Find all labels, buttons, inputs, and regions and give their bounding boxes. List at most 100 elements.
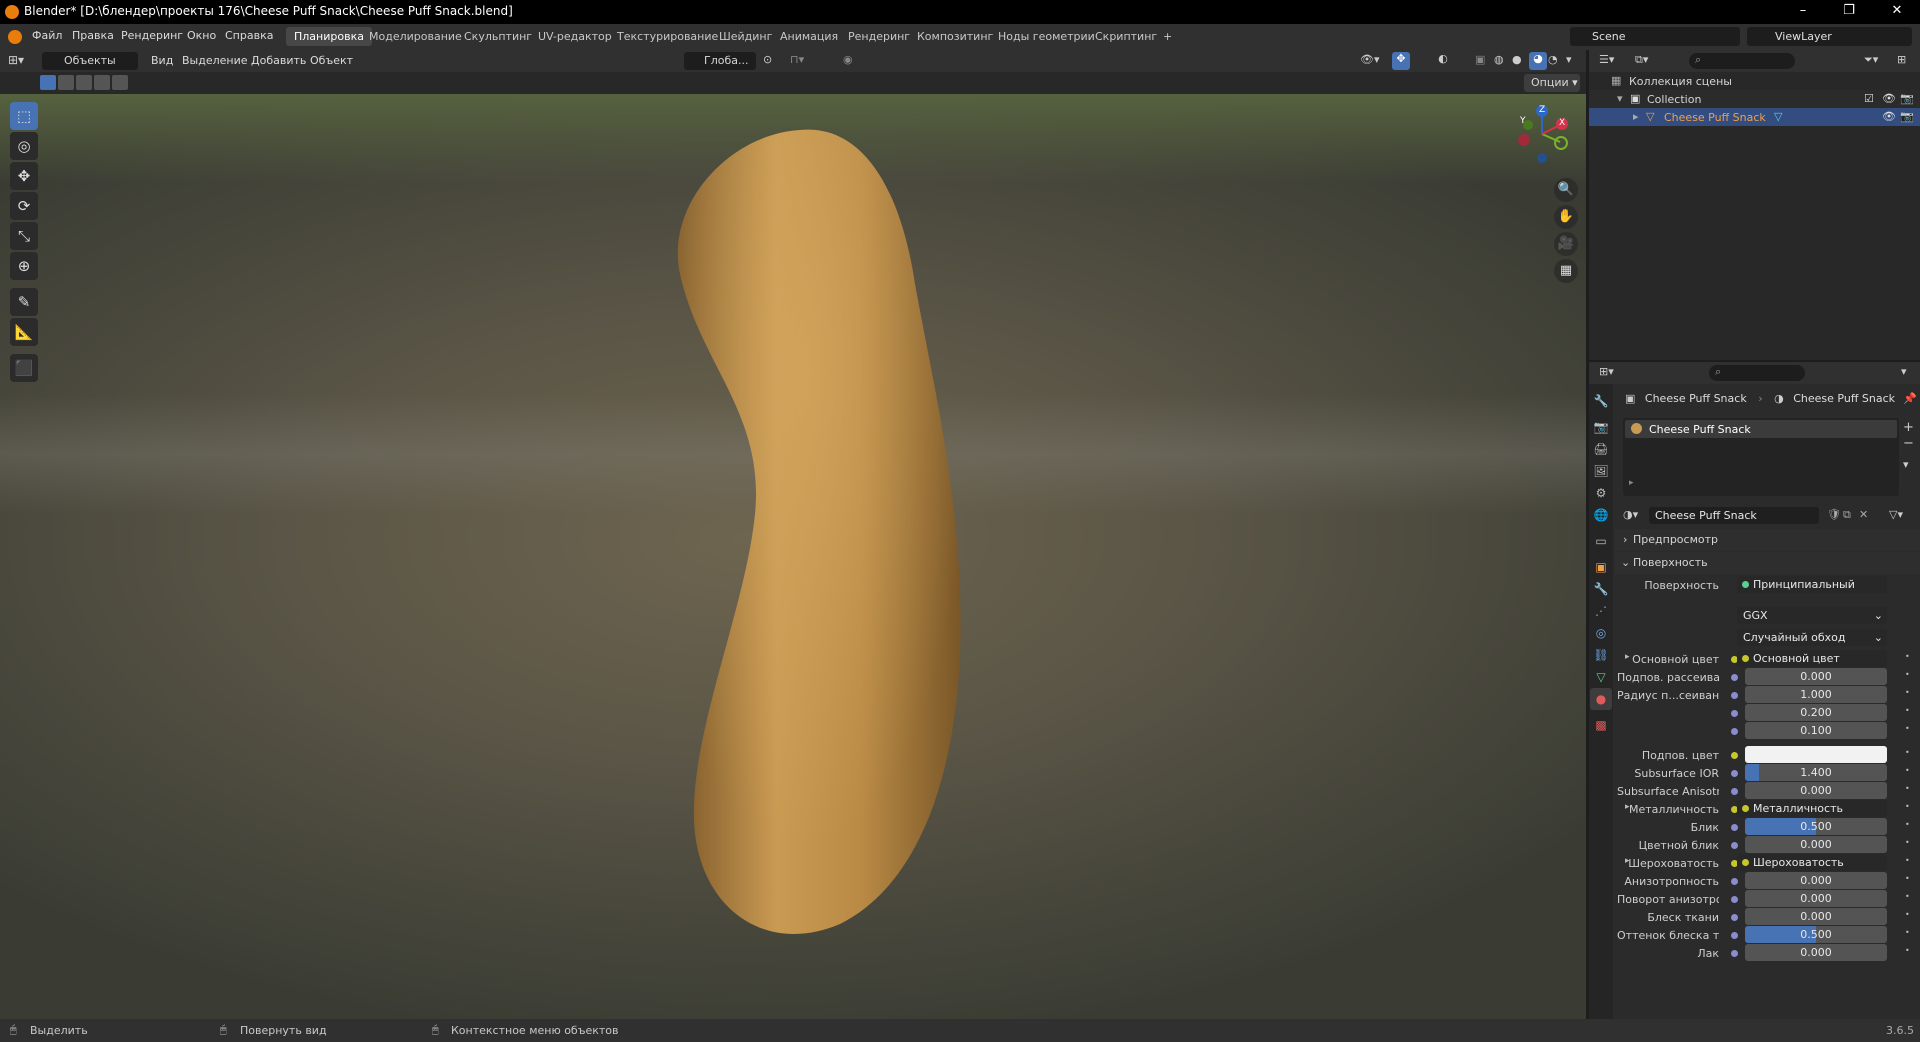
- fake-user-icon[interactable]: 🛡: [1827, 508, 1841, 521]
- physics-tab-icon[interactable]: ◎: [1590, 622, 1612, 644]
- breadcrumb-object[interactable]: Cheese Puff Snack: [1645, 392, 1747, 405]
- tab-shading[interactable]: Шейдинг: [711, 27, 780, 46]
- keyframe-dot-icon[interactable]: •: [1905, 766, 1910, 775]
- measure-tool[interactable]: 📐: [10, 318, 38, 346]
- list-expand-icon[interactable]: ▸: [1629, 478, 1634, 488]
- tab-texture-paint[interactable]: Текстурирование: [609, 27, 726, 46]
- number-field[interactable]: 1.000: [1745, 686, 1887, 703]
- menu-object[interactable]: Объект: [310, 54, 353, 67]
- add-cube-tool[interactable]: ⬛: [10, 354, 38, 382]
- input-socket-icon[interactable]: [1731, 674, 1738, 681]
- input-socket-icon[interactable]: [1731, 950, 1738, 957]
- mesh-data-icon[interactable]: ▽: [1774, 110, 1782, 123]
- select-box-tool[interactable]: ⬚: [10, 102, 38, 130]
- object-eye-icon[interactable]: 👁: [1882, 110, 1896, 123]
- keyframe-dot-icon[interactable]: •: [1905, 946, 1910, 955]
- subsurface-method-dropdown[interactable]: Случайный обход ⌄: [1737, 629, 1887, 646]
- select-subtract-icon[interactable]: [76, 75, 92, 90]
- number-field[interactable]: 0.000: [1745, 782, 1887, 799]
- link-mode-icon[interactable]: ▽▾: [1889, 508, 1903, 521]
- scene-tab-icon[interactable]: ⚙: [1590, 482, 1612, 504]
- menu-edit[interactable]: Правка: [72, 29, 114, 42]
- keyframe-dot-icon[interactable]: •: [1905, 748, 1910, 757]
- outliner-row-object[interactable]: ▸ ▽ Cheese Puff Snack ▽ 👁 📷: [1589, 108, 1920, 126]
- material-browse-icon[interactable]: ◑▾: [1623, 508, 1638, 521]
- world-tab-icon[interactable]: 🌐: [1590, 504, 1612, 526]
- menu-render[interactable]: Рендеринг: [121, 29, 183, 42]
- duplicate-material-icon[interactable]: ⧉: [1843, 508, 1851, 522]
- surface-panel-header[interactable]: ⌄ Поверхность: [1615, 552, 1920, 574]
- number-field[interactable]: 0.500: [1745, 926, 1887, 943]
- keyframe-dot-icon[interactable]: •: [1905, 670, 1910, 679]
- tab-uv-editing[interactable]: UV-редактор: [530, 27, 620, 46]
- outliner-row-scene-collection[interactable]: ▦ Коллекция сцены: [1589, 72, 1920, 90]
- tab-sculpting[interactable]: Скульптинг: [456, 27, 540, 46]
- texture-tab-icon[interactable]: ▩: [1590, 714, 1612, 736]
- keyframe-dot-icon[interactable]: •: [1905, 820, 1910, 829]
- keyframe-dot-icon[interactable]: •: [1905, 724, 1910, 733]
- cheese-puff-object[interactable]: [0, 94, 1586, 1019]
- keyframe-dot-icon[interactable]: •: [1905, 652, 1910, 661]
- linked-input-field[interactable]: Шероховатость: [1737, 854, 1887, 871]
- material-name-field[interactable]: Cheese Puff Snack: [1649, 507, 1819, 524]
- maximize-button[interactable]: ❐: [1826, 0, 1872, 24]
- input-socket-icon[interactable]: [1731, 878, 1738, 885]
- cursor-tool[interactable]: ◎: [10, 132, 38, 160]
- keyframe-dot-icon[interactable]: •: [1905, 910, 1910, 919]
- outliner-editor-type-icon[interactable]: ☰▾: [1599, 53, 1614, 66]
- rotate-tool[interactable]: ⟳: [10, 192, 38, 220]
- overlays-icon[interactable]: ◐: [1434, 52, 1452, 70]
- output-tab-icon[interactable]: 🖨: [1590, 438, 1612, 460]
- close-button[interactable]: ✕: [1874, 0, 1920, 24]
- input-socket-icon[interactable]: [1731, 824, 1738, 831]
- keyframe-dot-icon[interactable]: •: [1905, 688, 1910, 697]
- keyframe-dot-icon[interactable]: •: [1905, 928, 1910, 937]
- keyframe-dot-icon[interactable]: •: [1905, 856, 1910, 865]
- number-field[interactable]: 1.400: [1745, 764, 1887, 781]
- particles-tab-icon[interactable]: ⋰: [1590, 600, 1612, 622]
- input-socket-icon[interactable]: [1731, 770, 1738, 777]
- input-socket-icon[interactable]: [1731, 914, 1738, 921]
- surface-shader-field[interactable]: Принципиальный BSDF: [1737, 576, 1887, 593]
- number-field[interactable]: 0.000: [1745, 944, 1887, 961]
- keyframe-dot-icon[interactable]: •: [1905, 706, 1910, 715]
- tool-tab-icon[interactable]: 🔧: [1590, 390, 1612, 412]
- display-mode-icon[interactable]: ⧉▾: [1635, 53, 1648, 67]
- collapse-arrow-icon[interactable]: ▾: [1617, 92, 1623, 105]
- constraints-tab-icon[interactable]: ⛓: [1590, 644, 1612, 666]
- keyframe-dot-icon[interactable]: •: [1905, 892, 1910, 901]
- render-tab-icon[interactable]: 📷: [1590, 416, 1612, 438]
- collection-tab-icon[interactable]: ▭: [1590, 530, 1612, 552]
- xray-icon[interactable]: ▣: [1475, 53, 1491, 69]
- slot-specials-icon[interactable]: ▾: [1903, 458, 1909, 471]
- tab-geometry-nodes[interactable]: Ноды геометрии: [990, 27, 1103, 46]
- material-slot-row[interactable]: Cheese Puff Snack: [1625, 420, 1897, 438]
- select-difference-icon[interactable]: [94, 75, 110, 90]
- eye-icon[interactable]: 👁: [1882, 92, 1896, 105]
- shading-options-chevron-icon[interactable]: ▾: [1566, 53, 1580, 69]
- solid-shading-icon[interactable]: ●: [1512, 53, 1528, 69]
- material-preview-shading-icon[interactable]: ◕: [1529, 52, 1547, 70]
- view-layer-tab-icon[interactable]: 🖼: [1590, 460, 1612, 482]
- breadcrumb-material[interactable]: Cheese Puff Snack: [1793, 392, 1895, 405]
- select-intersect-icon[interactable]: [112, 75, 128, 90]
- keyframe-dot-icon[interactable]: •: [1905, 874, 1910, 883]
- render-camera-icon[interactable]: 📷: [1900, 92, 1914, 105]
- input-socket-icon[interactable]: [1731, 842, 1738, 849]
- camera-view-icon[interactable]: 🎥: [1554, 232, 1578, 256]
- blender-menu-icon[interactable]: [8, 30, 22, 44]
- tab-rendering[interactable]: Рендеринг: [840, 27, 918, 46]
- input-socket-icon[interactable]: [1731, 896, 1738, 903]
- options-dropdown[interactable]: Опции ▾: [1524, 74, 1580, 92]
- outliner-search-input[interactable]: ⌕: [1689, 53, 1795, 69]
- modifier-tab-icon[interactable]: 🔧: [1590, 578, 1612, 600]
- number-field[interactable]: 0.000: [1745, 668, 1887, 685]
- keyframe-dot-icon[interactable]: •: [1905, 784, 1910, 793]
- filter-icon[interactable]: ⏷▾: [1864, 53, 1878, 67]
- number-field[interactable]: 0.100: [1745, 722, 1887, 739]
- linked-input-field[interactable]: Основной цвет: [1737, 650, 1887, 667]
- minimize-button[interactable]: –: [1780, 0, 1826, 24]
- mode-selector[interactable]: Объекты: [42, 52, 138, 70]
- properties-editor-type-icon[interactable]: ⊞▾: [1599, 365, 1614, 378]
- tab-compositing[interactable]: Композитинг: [909, 27, 1001, 46]
